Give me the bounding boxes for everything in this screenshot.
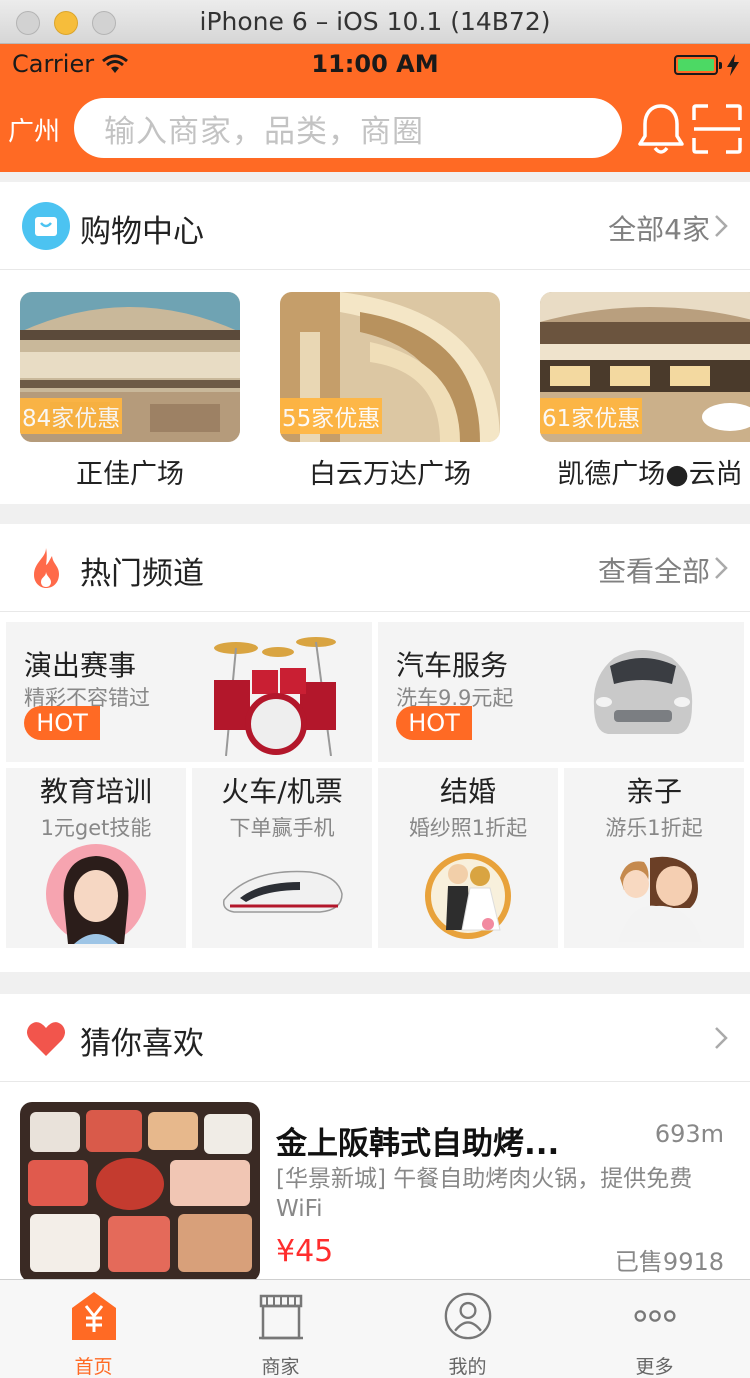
mall-photo: 55家优惠 [280, 292, 500, 442]
scan-icon[interactable] [692, 104, 742, 154]
status-time: 11:00 AM [311, 50, 439, 78]
deal-distance: 693m [654, 1120, 724, 1148]
shopping-center-section: 购物中心 全部4家 84家优惠 正佳广场 55家优惠 白云万达广场 61家优惠 … [0, 182, 750, 504]
city-selector[interactable]: 广州 [8, 111, 60, 148]
deal-description: [华景新城] 午餐自助烤肉火锅，提供免费WiFi [276, 1166, 693, 1222]
channel-car-service[interactable]: 汽车服务 洗车9.9元起 HOT [378, 622, 744, 762]
store-icon [259, 1294, 303, 1340]
battery-icon [674, 55, 722, 75]
mall-list: 84家优惠 正佳广场 55家优惠 白云万达广场 61家优惠 凯德广场●云尚 [0, 270, 750, 504]
user-icon [444, 1292, 492, 1340]
hot-badge: HOT [396, 706, 472, 740]
channel-title: 结婚 [439, 775, 496, 808]
tab-label: 更多 [635, 1356, 674, 1378]
section-title: 猜你喜欢 [80, 1026, 204, 1062]
mall-deal-badge: 61家优惠 [540, 398, 643, 434]
window-minimize-button[interactable] [54, 11, 78, 35]
train-icon [222, 870, 343, 913]
channel-parent-child[interactable]: 亲子 游乐1折起 [564, 768, 744, 948]
status-bar: Carrier 11:00 AM [0, 44, 750, 84]
channel-title: 亲子 [625, 775, 682, 808]
view-all-channels-link[interactable]: 查看全部 [598, 550, 710, 590]
channel-grid: 演出赛事 精彩不容错过 HOT 汽车服务 洗车9.9元起 HOT 教育培训 1元… [0, 612, 750, 972]
guess-you-like-section: 猜你喜欢 金上阪韩式自助烤... 693m [华景新城] 午餐自助烤肉火锅，提供… [0, 994, 750, 1282]
channel-title: 汽车服务 [396, 649, 509, 682]
home-yen-icon [72, 1292, 116, 1340]
mall-deal-badge: 84家优惠 [20, 398, 123, 434]
view-all-malls-link[interactable]: 全部4家 [608, 208, 710, 248]
channel-subtitle: 游乐1折起 [605, 816, 703, 840]
chevron-right-icon [715, 215, 728, 237]
mall-name: 白云万达广场 [309, 459, 471, 490]
channel-subtitle: 下单赢手机 [229, 816, 335, 840]
guess-you-like-header[interactable]: 猜你喜欢 [0, 994, 750, 1082]
drum-kit-icon [214, 637, 336, 756]
channel-performances[interactable]: 演出赛事 精彩不容错过 HOT [6, 622, 372, 762]
charging-icon [727, 54, 739, 76]
window-zoom-button[interactable] [92, 11, 116, 35]
deal-price: ¥45 [276, 1234, 334, 1269]
tab-more[interactable]: 更多 [561, 1280, 748, 1378]
tab-label: 首页 [74, 1356, 113, 1378]
mall-name: 凯德广场●云尚 [557, 459, 743, 490]
car-icon [593, 650, 693, 734]
mall-deal-badge: 55家优惠 [280, 398, 383, 434]
search-placeholder: 输入商家，品类，商圈 [104, 113, 424, 150]
heart-icon [27, 1022, 65, 1056]
chevron-right-icon [715, 557, 728, 579]
tab-home[interactable]: 首页 [0, 1280, 187, 1378]
flame-icon [34, 548, 59, 588]
mall-name: 正佳广场 [76, 459, 184, 490]
tab-bar: 首页 商家 我的 更多 [0, 1279, 750, 1378]
window-close-button[interactable] [16, 11, 40, 35]
mall-card[interactable]: 84家优惠 正佳广场 [20, 292, 240, 491]
app-header: Carrier 11:00 AM 广州 输入商家，品类，商圈 [0, 44, 750, 172]
mall-photo: 84家优惠 [20, 292, 240, 442]
bell-icon[interactable] [636, 102, 686, 156]
channel-education[interactable]: 教育培训 1元get技能 [6, 768, 186, 948]
channel-title: 教育培训 [39, 775, 152, 808]
more-icon [634, 1310, 676, 1322]
hot-channels-header[interactable]: 热门频道 查看全部 [0, 524, 750, 612]
channel-train-flights[interactable]: 火车/机票 下单赢手机 [192, 768, 372, 948]
deal-sold-count: 已售9918 [614, 1248, 724, 1276]
chevron-right-icon[interactable] [714, 1026, 728, 1050]
deal-photo [20, 1102, 260, 1282]
mall-photo: 61家优惠 [540, 292, 750, 442]
shopping-center-header[interactable]: 购物中心 全部4家 [0, 182, 750, 270]
channel-wedding[interactable]: 结婚 婚纱照1折起 [378, 768, 558, 948]
teacher-avatar-icon [46, 844, 146, 944]
section-title: 热门频道 [80, 556, 204, 592]
wedding-couple-icon [425, 853, 511, 939]
search-input[interactable]: 输入商家，品类，商圈 [74, 98, 622, 158]
deal-item[interactable]: 金上阪韩式自助烤... 693m [华景新城] 午餐自助烤肉火锅，提供免费WiF… [0, 1082, 750, 1282]
mall-card[interactable]: 61家优惠 凯德广场●云尚 [540, 292, 750, 491]
hot-channels-section: 热门频道 查看全部 演出赛事 精彩不容错过 HOT 汽车服务 洗车9.9元起 H… [0, 524, 750, 972]
channel-title: 火车/机票 [221, 775, 343, 808]
mother-child-icon [618, 856, 702, 942]
channel-subtitle: 1元get技能 [40, 816, 152, 840]
window-title: iPhone 6 – iOS 10.1 (14B72) [199, 7, 551, 36]
channel-subtitle: 婚纱照1折起 [408, 816, 528, 840]
tab-label: 我的 [448, 1356, 487, 1378]
shopping-bag-icon [22, 202, 70, 250]
tab-merchants[interactable]: 商家 [187, 1280, 374, 1378]
mall-card[interactable]: 55家优惠 白云万达广场 [280, 292, 500, 491]
section-title: 购物中心 [80, 214, 204, 250]
hot-badge: HOT [24, 706, 100, 740]
simulator-title-bar: iPhone 6 – iOS 10.1 (14B72) [0, 0, 750, 44]
channel-title: 演出赛事 [24, 649, 137, 682]
tab-label: 商家 [261, 1356, 300, 1378]
tab-mine[interactable]: 我的 [374, 1280, 561, 1378]
deal-title: 金上阪韩式自助烤... [276, 1126, 560, 1162]
